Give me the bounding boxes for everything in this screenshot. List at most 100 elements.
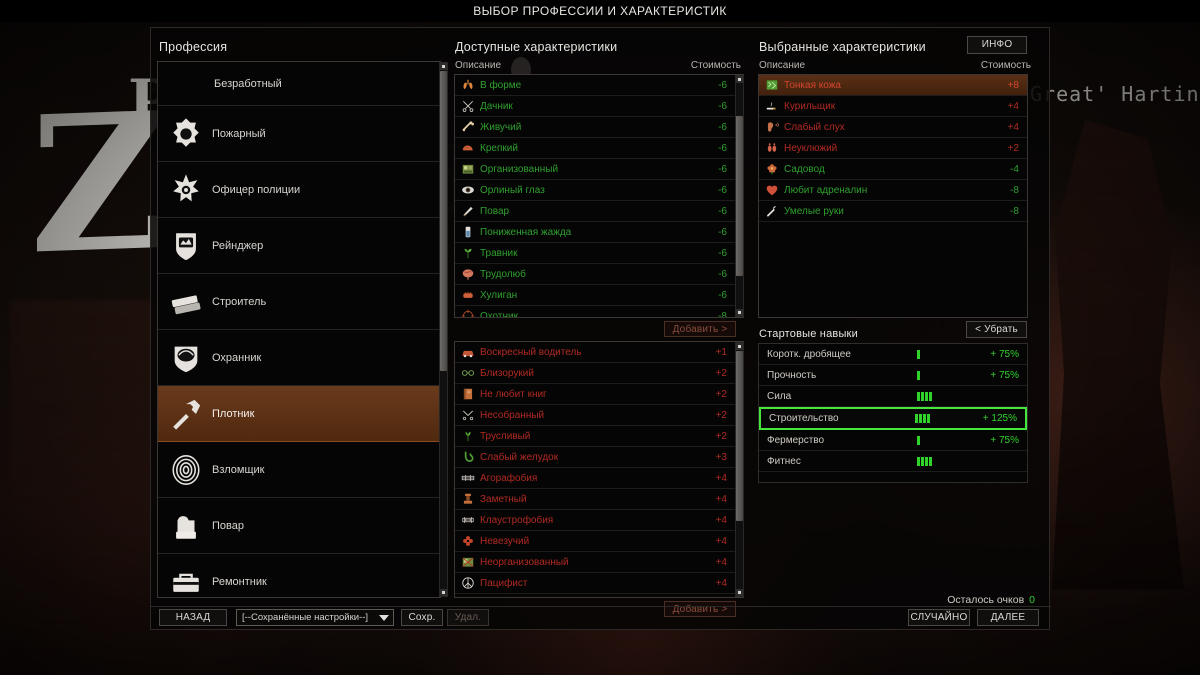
trait-name: Курильщик	[784, 100, 836, 112]
trait-row[interactable]: Склонный к болезни+4	[455, 594, 735, 597]
info-button[interactable]: ИНФО	[967, 36, 1027, 54]
trait-cost: +4	[1007, 100, 1019, 112]
trait-row[interactable]: Заметный +4	[455, 489, 735, 510]
trait-name: Агорафобия	[480, 472, 538, 484]
trait-row[interactable]: Близорукий +2	[455, 363, 735, 384]
saved-presets-value: [--Сохранённые настройки--]	[242, 612, 369, 623]
trait-row[interactable]: Невезучий +4	[455, 531, 735, 552]
selected-traits-title: Выбранные характеристики	[759, 40, 926, 54]
trait-row[interactable]: Воскресный водитель +1	[455, 342, 735, 363]
scrollbar-thumb[interactable]	[440, 71, 447, 371]
trait-cost: -8	[1010, 205, 1019, 217]
trait-cost: -6	[718, 142, 727, 154]
trait-cost: -6	[718, 289, 727, 301]
trait-row[interactable]: Курильщик +4	[759, 96, 1027, 117]
profession-item-5[interactable]: Охранник	[158, 330, 440, 386]
trait-row[interactable]: Не любит книг +2	[455, 384, 735, 405]
skill-level-bars	[915, 414, 957, 423]
trait-name: Несобранный	[480, 409, 545, 421]
trait-cost: -6	[718, 247, 727, 259]
trait-cost: -6	[718, 121, 727, 133]
profession-item-9[interactable]: Ремонтник	[158, 554, 440, 597]
scroll-up-arrow[interactable]	[440, 63, 447, 70]
trait-row[interactable]: Неорганизованный +4	[455, 552, 735, 573]
trait-cost: +4	[715, 514, 727, 526]
trait-row[interactable]: Организованный -6	[455, 159, 735, 180]
profession-item-2[interactable]: Офицер полиции	[158, 162, 440, 218]
positive-traits-list[interactable]: В форме -6 Дачник -6 Живучий -6 Крепкий -6 Орган…	[455, 75, 735, 317]
negative-traits-list[interactable]: Воскресный водитель +1 Близорукий +2 Не люби…	[455, 342, 735, 597]
profession-item-8[interactable]: Повар	[158, 498, 440, 554]
scroll-up-arrow[interactable]	[736, 343, 743, 350]
trait-cost: +4	[715, 535, 727, 547]
trait-row[interactable]: Трудолюб -6	[455, 264, 735, 285]
profession-item-label: Ремонтник	[212, 575, 267, 588]
random-button[interactable]: СЛУЧАЙНО	[908, 609, 970, 626]
save-preset-button[interactable]: Сохр.	[401, 609, 443, 626]
trait-cost: +2	[715, 430, 727, 442]
trait-name: Дачник	[480, 100, 513, 112]
positive-traits-scrollbar[interactable]	[735, 75, 744, 317]
trait-row[interactable]: Охотник -8	[455, 306, 735, 317]
negative-traits-scrollbar[interactable]	[735, 342, 744, 597]
trait-row[interactable]: Клаустрофобия +4	[455, 510, 735, 531]
profession-item-label: Повар	[212, 519, 244, 532]
profession-list[interactable]: Безработный Пожарный Офицер полиции Рейндже…	[158, 62, 440, 597]
trait-row[interactable]: Тонкая кожа +8	[759, 75, 1027, 96]
trait-cost: +4	[715, 577, 727, 589]
profession-scrollbar[interactable]	[439, 62, 448, 597]
selected-traits-list[interactable]: Тонкая кожа +8 Курильщик +4 Слабый слух +4 Неу…	[759, 75, 1027, 317]
trait-row[interactable]: Агорафобия +4	[455, 468, 735, 489]
skill-bonus-percent: + 75%	[990, 434, 1019, 446]
profession-item-3[interactable]: Рейнджер	[158, 218, 440, 274]
trait-cost: +4	[715, 493, 727, 505]
profession-item-4[interactable]: Строитель	[158, 274, 440, 330]
trait-row[interactable]: В форме -6	[455, 75, 735, 96]
trait-row[interactable]: Слабый желудок +3	[455, 447, 735, 468]
trait-row[interactable]: Крепкий -6	[455, 138, 735, 159]
selected-description-header: Описание	[759, 60, 806, 71]
trait-cost: -6	[718, 205, 727, 217]
trait-row[interactable]: Травник -6	[455, 243, 735, 264]
scroll-up-arrow[interactable]	[736, 76, 743, 83]
trait-row[interactable]: Садовод -4	[759, 159, 1027, 180]
scrollbar-thumb[interactable]	[736, 116, 743, 276]
add-negative-trait-button[interactable]: Добавить >	[664, 601, 736, 617]
peace-icon	[460, 576, 475, 591]
trait-row[interactable]: Живучий -6	[455, 117, 735, 138]
saved-presets-select[interactable]: [--Сохранённые настройки--]	[236, 609, 394, 626]
trait-row[interactable]: Слабый слух +4	[759, 117, 1027, 138]
profession-item-0[interactable]: Безработный	[158, 62, 440, 106]
delete-preset-button[interactable]: Удал.	[447, 609, 489, 626]
trait-row[interactable]: Пацифист +4	[455, 573, 735, 594]
trait-name: Слабый слух	[784, 121, 845, 133]
scrollbar-thumb[interactable]	[736, 351, 743, 521]
add-positive-trait-button[interactable]: Добавить >	[664, 321, 736, 337]
profession-item-1[interactable]: Пожарный	[158, 106, 440, 162]
profession-item-6[interactable]: Плотник	[158, 386, 440, 442]
trait-row[interactable]: Орлиный глаз -6	[455, 180, 735, 201]
trait-row[interactable]: Трусливый +2	[455, 426, 735, 447]
skill-name: Строительство	[769, 413, 839, 424]
trait-cost: -6	[718, 79, 727, 91]
trait-name: Повар	[480, 205, 510, 217]
trait-row[interactable]: Умелые руки -8	[759, 201, 1027, 222]
scroll-down-arrow[interactable]	[440, 589, 447, 596]
next-button[interactable]: ДАЛЕЕ	[977, 609, 1039, 626]
trait-row[interactable]: Дачник -6	[455, 96, 735, 117]
remove-trait-button[interactable]: < Убрать	[966, 321, 1027, 338]
scroll-down-arrow[interactable]	[736, 589, 743, 596]
trait-cost: -6	[718, 268, 727, 280]
toolbox-icon	[166, 562, 206, 598]
trait-row[interactable]: Неуклюжий +2	[759, 138, 1027, 159]
trait-row[interactable]: Любит адреналин -8	[759, 180, 1027, 201]
back-button[interactable]: НАЗАД	[159, 609, 227, 626]
trait-row[interactable]: Несобранный +2	[455, 405, 735, 426]
lungs-icon	[460, 78, 475, 93]
profession-item-7[interactable]: Взломщик	[158, 442, 440, 498]
scroll-down-arrow[interactable]	[736, 309, 743, 316]
trait-row[interactable]: Пониженная жажда -6	[455, 222, 735, 243]
profession-item-label: Охранник	[212, 351, 262, 364]
trait-row[interactable]: Повар -6	[455, 201, 735, 222]
trait-row[interactable]: Хулиган -6	[455, 285, 735, 306]
